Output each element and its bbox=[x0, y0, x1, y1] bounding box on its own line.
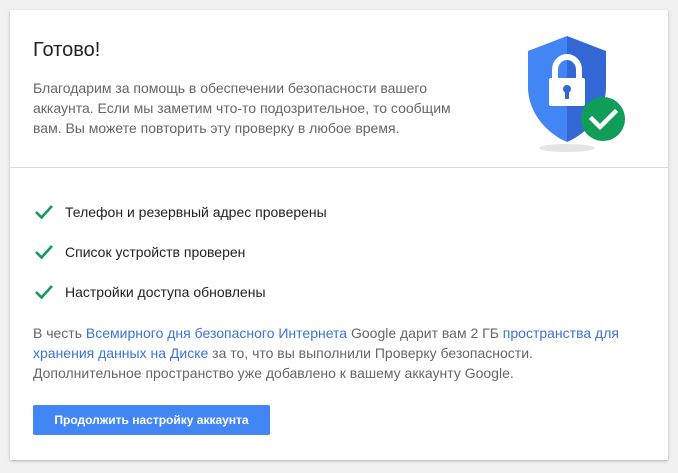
check-label-phone-email: Телефон и резервный адрес проверены bbox=[65, 204, 327, 220]
check-icon bbox=[35, 285, 53, 300]
check-label-devices: Список устройств проверен bbox=[65, 244, 246, 260]
storage-promo-text: В честь Всемирного дня безопасного Интер… bbox=[33, 323, 643, 383]
security-checkup-card: Готово! Благодарим за помощь в обеспечен… bbox=[10, 10, 668, 460]
list-item: Телефон и резервный адрес проверены bbox=[34, 202, 327, 222]
promo-text-part: Google дарит вам 2 ГБ bbox=[347, 325, 503, 341]
shield-lock-check-icon bbox=[522, 32, 632, 156]
completion-description: Благодарим за помощь в обеспечении безоп… bbox=[33, 80, 451, 136]
check-icon bbox=[35, 205, 53, 220]
card-header-section: Готово! Благодарим за помощь в обеспечен… bbox=[10, 10, 668, 168]
continue-account-setup-button[interactable]: Продолжить настройку аккаунта bbox=[33, 405, 270, 435]
promo-text-part: В честь bbox=[33, 325, 86, 341]
page-title: Готово! bbox=[33, 39, 101, 61]
check-icon bbox=[35, 245, 53, 260]
checks-list: Телефон и резервный адрес проверены Спис… bbox=[34, 202, 327, 322]
list-item: Настройки доступа обновлены bbox=[34, 282, 327, 302]
check-label-access-settings: Настройки доступа обновлены bbox=[65, 284, 266, 300]
safer-internet-day-link[interactable]: Всемирного дня безопасного Интернета bbox=[86, 325, 347, 341]
list-item: Список устройств проверен bbox=[34, 242, 327, 262]
